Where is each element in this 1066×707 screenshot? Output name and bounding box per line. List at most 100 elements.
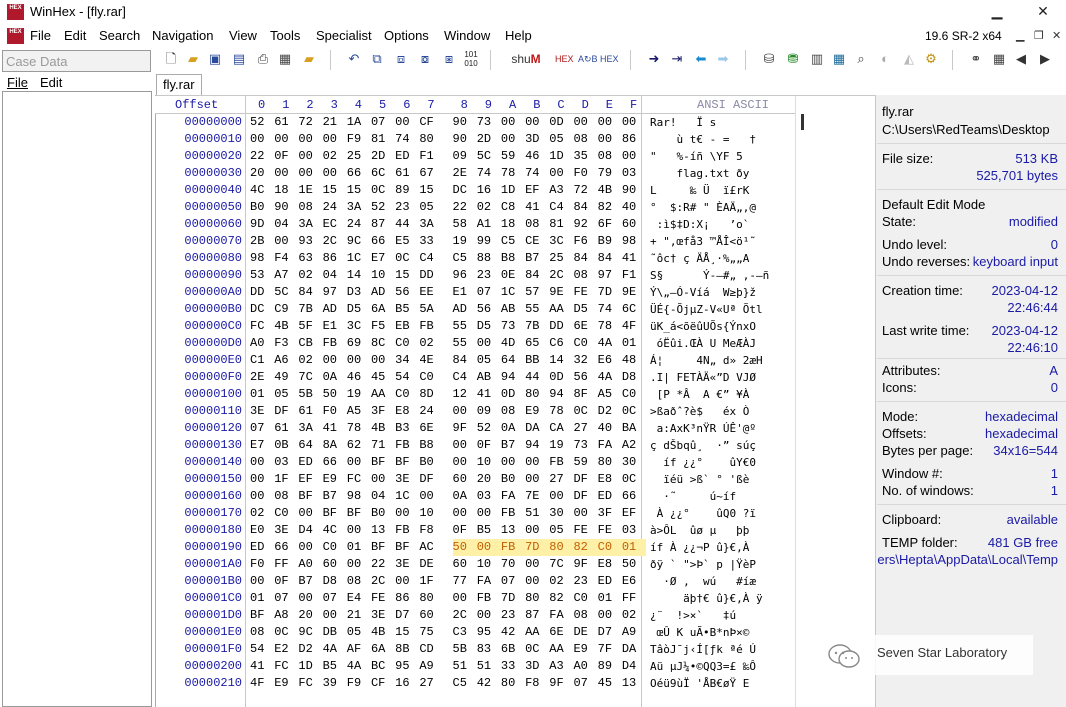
hex-byte[interactable]: 15 bbox=[347, 182, 371, 199]
hex-byte[interactable]: 41 bbox=[525, 199, 549, 216]
hex-byte[interactable]: 80 bbox=[525, 386, 549, 403]
hex-byte[interactable]: C0 bbox=[395, 386, 419, 403]
hex-byte[interactable]: 13 bbox=[501, 522, 525, 539]
calculator-icon[interactable]: ▦ bbox=[830, 50, 848, 68]
hex-byte[interactable]: 02 bbox=[323, 148, 347, 165]
hex-byte[interactable]: 41 bbox=[622, 250, 646, 267]
hex-byte[interactable]: 4F bbox=[622, 318, 646, 335]
hex-byte[interactable]: C0 bbox=[622, 386, 646, 403]
hex-byte[interactable]: F5 bbox=[371, 318, 395, 335]
ansi-row[interactable]: Rar! Ï s bbox=[650, 114, 716, 131]
hex-byte[interactable]: 00 bbox=[298, 505, 322, 522]
hex-byte[interactable]: 00 bbox=[250, 573, 274, 590]
hex-byte[interactable]: C0 bbox=[597, 539, 622, 556]
menu-window[interactable]: Window bbox=[444, 28, 490, 43]
hex-byte[interactable]: 00 bbox=[298, 539, 322, 556]
ansi-row[interactable]: ïéü >ß` ° 'ßè bbox=[650, 471, 749, 488]
hex-byte[interactable]: 15 bbox=[395, 267, 419, 284]
hex-byte[interactable]: 66 bbox=[622, 488, 646, 505]
ansi-row[interactable]: [P *Â A €” ¥À bbox=[650, 386, 750, 403]
hex-byte[interactable]: F6 bbox=[573, 233, 597, 250]
hex-byte[interactable]: 97 bbox=[598, 267, 622, 284]
hex-byte[interactable]: FC bbox=[347, 471, 371, 488]
hex-byte[interactable]: 51 bbox=[477, 658, 501, 675]
hex-byte[interactable]: 04 bbox=[371, 488, 395, 505]
hex-byte[interactable]: 3E bbox=[274, 522, 298, 539]
hex-byte[interactable]: 00 bbox=[274, 233, 298, 250]
hex-byte[interactable]: 3A bbox=[419, 216, 443, 233]
hex-byte[interactable]: D7 bbox=[598, 624, 622, 641]
hex-byte[interactable]: 84 bbox=[525, 267, 549, 284]
hex-byte[interactable]: 23 bbox=[573, 573, 597, 590]
hex-byte[interactable]: 00 bbox=[598, 607, 622, 624]
hex-byte[interactable]: 05 bbox=[477, 352, 501, 369]
replace-hex-icon[interactable]: HEX bbox=[600, 50, 619, 68]
hex-byte[interactable]: 00 bbox=[298, 165, 322, 182]
hex-byte[interactable]: AD bbox=[323, 301, 347, 318]
hex-byte[interactable]: C0 bbox=[323, 539, 347, 556]
hex-byte[interactable]: 07 bbox=[274, 590, 298, 607]
hex-byte[interactable]: 54 bbox=[395, 369, 419, 386]
hex-byte[interactable]: A8 bbox=[274, 607, 298, 624]
hex-byte[interactable]: 04 bbox=[323, 267, 347, 284]
hex-byte[interactable]: 6C bbox=[371, 165, 395, 182]
hex-byte[interactable]: 56 bbox=[477, 301, 501, 318]
hex-byte[interactable]: A5 bbox=[598, 386, 622, 403]
hex-row[interactable]: 08 0C 9C DB 05 4B 15 75 C3 95 42 AA 6E DE D7 A9 bbox=[250, 624, 646, 641]
hex-byte[interactable]: 8A bbox=[323, 437, 347, 454]
hex-byte[interactable]: D5 bbox=[477, 318, 501, 335]
menu-view[interactable]: View bbox=[229, 28, 257, 43]
hex-byte[interactable]: 00 bbox=[395, 573, 419, 590]
hex-byte[interactable]: 3F bbox=[598, 505, 622, 522]
hex-byte[interactable]: 3E bbox=[395, 556, 419, 573]
hex-byte[interactable]: ED bbox=[598, 488, 622, 505]
hex-byte[interactable]: 5A bbox=[419, 301, 443, 318]
hex-byte[interactable]: 30 bbox=[622, 454, 646, 471]
hex-byte[interactable]: 02 bbox=[549, 573, 573, 590]
ansi-row[interactable]: À ¿¿° ûQ0 ?ï bbox=[650, 505, 756, 522]
hex-byte[interactable]: 00 bbox=[549, 165, 573, 182]
hex-byte[interactable]: 00 bbox=[622, 114, 646, 131]
replace-text-icon[interactable]: A↻B bbox=[578, 50, 598, 68]
ansi-row[interactable]: óËûi.ŒÀ U MeÆÀJ bbox=[650, 335, 756, 352]
hex-row[interactable]: 9D 04 3A EC 24 87 44 3A 58 A1 18 08 81 92 6F 60 bbox=[250, 216, 646, 233]
hex-row[interactable]: 2E 49 7C 0A 46 45 54 C0 C4 AB 94 44 0D 56 4A D8 bbox=[250, 369, 646, 386]
ansi-row[interactable]: ÜÉ{-ÕjµZ-V«Uª Õtl bbox=[650, 301, 763, 318]
hex-byte[interactable]: 82 bbox=[549, 590, 573, 607]
hex-byte[interactable]: B8 bbox=[501, 250, 525, 267]
hex-byte[interactable]: B7 bbox=[298, 573, 322, 590]
hex-byte[interactable]: 66 bbox=[323, 454, 347, 471]
hex-byte[interactable]: E6 bbox=[598, 352, 622, 369]
hex-byte[interactable]: AA bbox=[549, 301, 573, 318]
hex-row[interactable]: A0 F3 CB FB 69 8C C0 02 55 00 4D 65 C6 C0 4A 01 bbox=[250, 335, 646, 352]
hex-byte[interactable]: 61 bbox=[274, 420, 298, 437]
hex-byte[interactable]: 21 bbox=[323, 114, 347, 131]
hex-byte[interactable]: 41 bbox=[323, 420, 347, 437]
hex-byte[interactable]: 08 bbox=[250, 624, 274, 641]
hex-byte[interactable]: 07 bbox=[477, 284, 501, 301]
hex-byte[interactable]: 40 bbox=[598, 420, 622, 437]
hex-byte[interactable]: 20 bbox=[250, 165, 274, 182]
hex-byte[interactable]: 6B bbox=[501, 641, 525, 658]
disabled-tool-icon[interactable]: ◐ bbox=[876, 50, 894, 68]
hex-byte[interactable]: FE bbox=[573, 522, 597, 539]
ansi-row[interactable]: .I| FETÀÄ«”D VJØ bbox=[650, 369, 756, 386]
forward-arrow-icon[interactable]: ➡ bbox=[714, 50, 732, 68]
hex-byte[interactable]: C4 bbox=[453, 369, 477, 386]
ansi-row[interactable]: ç dŠbqû¸ ·” súç bbox=[650, 437, 756, 454]
hex-byte[interactable]: 02 bbox=[298, 352, 322, 369]
hex-byte[interactable]: 49 bbox=[274, 369, 298, 386]
hex-byte[interactable]: 77 bbox=[453, 573, 477, 590]
hex-byte[interactable]: 00 bbox=[501, 131, 525, 148]
hex-row[interactable]: E0 3E D4 4C 00 13 FB F8 0F B5 13 00 05 FE FE 03 bbox=[250, 522, 646, 539]
hex-byte[interactable]: 86 bbox=[323, 250, 347, 267]
hex-byte[interactable]: 00 bbox=[525, 522, 549, 539]
hex-byte[interactable]: FB bbox=[395, 437, 419, 454]
hex-byte[interactable]: 86 bbox=[395, 590, 419, 607]
hex-byte[interactable]: 56 bbox=[573, 369, 597, 386]
hex-byte[interactable]: 73 bbox=[477, 114, 501, 131]
hex-byte[interactable]: 4B bbox=[371, 624, 395, 641]
hex-byte[interactable]: 4A bbox=[598, 369, 622, 386]
hex-byte[interactable]: 78 bbox=[347, 420, 371, 437]
hex-byte[interactable]: 02 bbox=[622, 607, 646, 624]
